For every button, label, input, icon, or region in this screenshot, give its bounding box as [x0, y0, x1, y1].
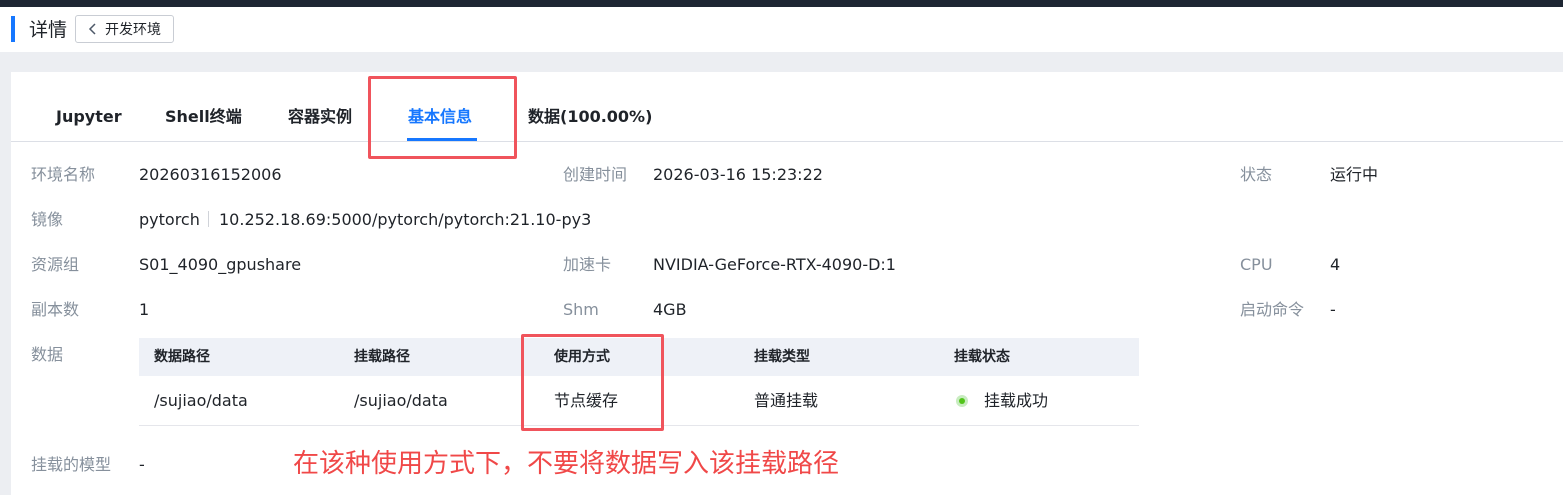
top-bar: [0, 0, 1563, 7]
success-status-dot-icon: [956, 395, 968, 407]
cpu-label: CPU: [1240, 255, 1273, 274]
start-command-value: -: [1330, 300, 1336, 319]
image-label: 镜像: [31, 210, 64, 229]
shm-value: 4GB: [653, 300, 687, 319]
created-time-value: 2026-03-16 15:23:22: [653, 165, 823, 184]
image-separator: [208, 211, 209, 227]
title-accent-bar: [11, 16, 15, 42]
created-time-label: 创建时间: [563, 165, 628, 184]
cpu-value: 4: [1330, 255, 1341, 274]
column-header: 挂载类型: [754, 349, 810, 365]
resource-group-label: 资源组: [31, 255, 80, 274]
data-path-cell: /sujiao/data: [154, 391, 248, 410]
shm-label: Shm: [563, 300, 599, 319]
column-header: 数据路径: [154, 349, 210, 365]
detail-card: Jupyter Shell终端 容器实例 基本信息 数据(100.00%) 环境…: [11, 72, 1563, 495]
chevron-left-icon: [88, 23, 96, 35]
mount-type-cell: 普通挂载: [754, 391, 819, 410]
tab-bar: Jupyter Shell终端 容器实例 基本信息 数据(100.00%): [11, 72, 1563, 142]
tab-container-instance[interactable]: 容器实例: [288, 105, 352, 129]
resource-group-value: S01_4090_gpushare: [139, 255, 302, 274]
accelerator-value: NVIDIA-GeForce-RTX-4090-D:1: [653, 255, 896, 274]
data-label: 数据: [31, 345, 64, 364]
page-title: 详情: [29, 19, 68, 41]
tab-jupyter[interactable]: Jupyter: [56, 105, 122, 129]
status-label: 状态: [1240, 165, 1273, 184]
env-name-value: 20260316152006: [139, 165, 282, 184]
status-value: 运行中: [1330, 165, 1379, 184]
mounted-model-label: 挂载的模型: [31, 455, 112, 474]
column-header: 挂载路径: [354, 349, 410, 365]
replicas-label: 副本数: [31, 300, 80, 319]
mounted-model-value: -: [139, 455, 145, 474]
back-button-label: 开发环境: [105, 22, 161, 38]
image-name-value: pytorch: [139, 210, 200, 229]
accelerator-label: 加速卡: [563, 255, 612, 274]
tab-shell[interactable]: Shell终端: [165, 105, 242, 129]
image-path-value: 10.252.18.69:5000/pytorch/pytorch:21.10-…: [219, 210, 592, 229]
start-command-label: 启动命令: [1240, 300, 1305, 319]
annotation-box-tab: [368, 76, 517, 159]
mount-path-cell: /sujiao/data: [354, 391, 448, 410]
mount-status-cell: 挂载成功: [984, 391, 1049, 410]
column-header: 挂载状态: [954, 349, 1010, 365]
env-name-label: 环境名称: [31, 165, 96, 184]
annotation-box-usage: [521, 334, 664, 431]
page-header: 详情 开发环境: [0, 7, 1563, 52]
tab-data[interactable]: 数据(100.00%): [528, 105, 652, 129]
replicas-value: 1: [139, 300, 150, 319]
annotation-note: 在该种使用方式下，不要将数据写入该挂载路径: [293, 449, 840, 479]
back-button[interactable]: 开发环境: [75, 15, 174, 43]
